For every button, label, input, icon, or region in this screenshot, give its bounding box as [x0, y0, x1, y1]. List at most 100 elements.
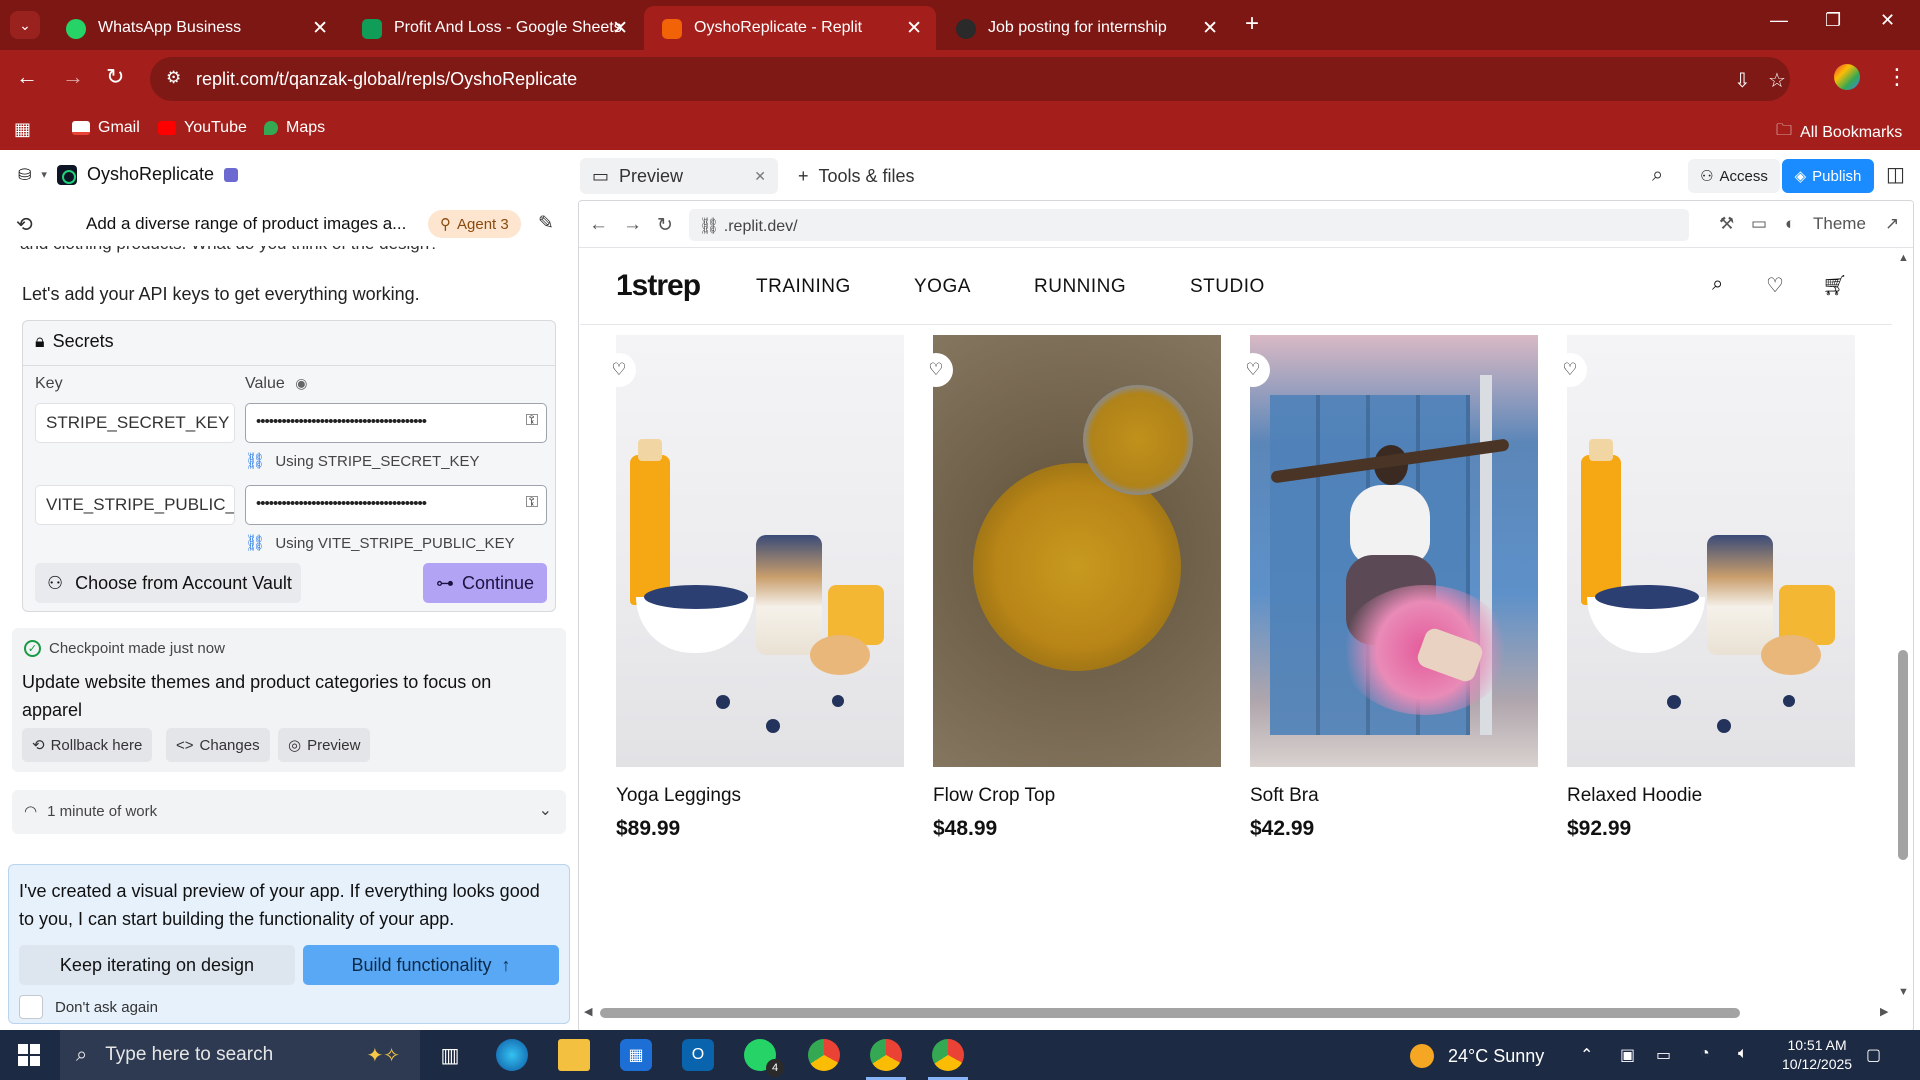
meet-icon[interactable]: ▣ [1620, 1045, 1635, 1065]
product-name[interactable]: Flow Crop Top [933, 785, 1221, 807]
cart-icon[interactable]: 🛒︎ [1822, 273, 1847, 298]
close-icon[interactable]: ✕ [312, 17, 328, 40]
forward-icon[interactable]: → [623, 214, 642, 236]
edge-icon[interactable] [496, 1039, 528, 1071]
tab-search-button[interactable]: ⌄ [10, 11, 40, 39]
menu-icon[interactable]: ⋮ [1886, 64, 1908, 90]
volume-icon[interactable]: 🔈︎ [1738, 1045, 1748, 1063]
secret-value-field[interactable]: ••••••••••••••••••••••••••••••••••••••••… [245, 485, 547, 525]
key-user-icon[interactable]: ⚿ [526, 494, 538, 512]
wrench-icon[interactable]: ⚒ [1719, 214, 1734, 234]
nav-studio[interactable]: STUDIO [1190, 276, 1265, 298]
product-name[interactable]: Yoga Leggings [616, 785, 904, 807]
product-card[interactable]: ♡ Flow Crop Top $48.99 [919, 335, 1221, 841]
close-icon[interactable]: ✕ [1202, 17, 1218, 40]
store-icon[interactable]: ▦ [620, 1039, 652, 1071]
key-user-icon[interactable]: ⚿ [526, 412, 538, 430]
secret-key-field[interactable]: STRIPE_SECRET_KEY [35, 403, 235, 443]
site-logo[interactable]: 1strep [616, 269, 701, 303]
search-icon[interactable]: ⌕ [1652, 164, 1663, 187]
tab-whatsapp[interactable]: WhatsApp Business ✕ [48, 6, 342, 50]
theme-label[interactable]: Theme [1813, 214, 1866, 234]
notifications-icon[interactable]: ▢ [1866, 1045, 1881, 1065]
chrome-icon[interactable] [808, 1039, 840, 1071]
search-icon[interactable]: ⌕ [1712, 273, 1723, 296]
open-external-icon[interactable]: ↗ [1885, 214, 1899, 234]
minimize-icon[interactable]: — [1770, 10, 1788, 31]
outlook-icon[interactable]: O [682, 1039, 714, 1071]
product-name[interactable]: Soft Bra [1250, 785, 1538, 807]
close-icon[interactable]: ✕ [612, 17, 628, 40]
wishlist-heart-icon[interactable]: ♡ [1236, 353, 1270, 387]
address-bar[interactable]: ⚙ replit.com/t/qanzak-global/repls/Oysho… [150, 57, 1790, 101]
continue-button[interactable]: ⊶ Continue [423, 563, 547, 603]
close-icon[interactable]: ✕ [906, 17, 922, 40]
taskbar-search[interactable]: ⌕ Type here to search ✦✧ [60, 1030, 420, 1080]
checkbox[interactable] [19, 995, 43, 1019]
product-card[interactable]: ♡ Relaxed Hoodie $92.99 [1553, 335, 1855, 841]
product-name[interactable]: Relaxed Hoodie [1567, 785, 1855, 807]
vertical-scrollbar[interactable] [1898, 650, 1908, 860]
build-functionality-button[interactable]: Build functionality ↑ [303, 945, 559, 985]
scroll-left-arrow[interactable]: ◀ [584, 1005, 592, 1018]
windows-start-icon[interactable] [18, 1044, 40, 1066]
wishlist-heart-icon[interactable]: ♡ [919, 353, 953, 387]
publish-button[interactable]: ◈ Publish [1782, 159, 1874, 193]
tab-tools-files[interactable]: + Tools & files [786, 158, 936, 194]
scroll-down-arrow[interactable]: ▼ [1898, 986, 1909, 998]
whatsapp-icon[interactable]: 4 [744, 1039, 784, 1077]
task-view-icon[interactable]: ▥ [434, 1039, 466, 1071]
wifi-icon[interactable]: ◔ [1700, 1045, 1710, 1063]
reload-icon[interactable]: ↻ [106, 64, 124, 90]
install-app-icon[interactable]: ⇩ [1734, 68, 1751, 93]
dont-ask-again[interactable]: Don't ask again [19, 995, 158, 1019]
keep-iterating-button[interactable]: Keep iterating on design [19, 945, 295, 985]
nav-yoga[interactable]: YOGA [914, 276, 971, 298]
battery-icon[interactable]: ▭ [1656, 1045, 1671, 1065]
heart-icon[interactable]: ♡ [1766, 273, 1784, 298]
palette-icon[interactable]: ◐ [1785, 214, 1795, 234]
secret-value-field[interactable]: ••••••••••••••••••••••••••••••••••••••••… [245, 403, 547, 443]
secret-key-field[interactable]: VITE_STRIPE_PUBLIC_KEY [35, 485, 235, 525]
work-summary[interactable]: ◠ 1 minute of work ⌄ [12, 790, 566, 834]
devices-icon[interactable]: ▭ [1751, 214, 1767, 234]
product-image[interactable] [933, 335, 1221, 767]
bookmark-maps[interactable]: Maps [264, 119, 325, 137]
reload-icon[interactable]: ↻ [657, 214, 673, 237]
chevron-up-icon[interactable]: ⌃ [1580, 1045, 1593, 1065]
product-image[interactable] [1250, 335, 1538, 767]
chrome-active-icon[interactable] [932, 1039, 964, 1071]
all-bookmarks[interactable]: 🗀 All Bookmarks [1776, 119, 1902, 146]
close-icon[interactable]: ✕ [754, 168, 766, 185]
profile-avatar[interactable] [1834, 64, 1860, 90]
new-chat-icon[interactable]: ✎ [538, 212, 554, 235]
file-explorer-icon[interactable] [558, 1039, 590, 1071]
scroll-right-arrow[interactable]: ▶ [1880, 1005, 1888, 1018]
product-card[interactable]: ♡ Soft Bra $42.99 [1236, 335, 1538, 841]
agent-badge[interactable]: ⚲ Agent 3 [428, 210, 521, 238]
wishlist-heart-icon[interactable]: ♡ [602, 353, 636, 387]
tab-preview[interactable]: ▭ Preview ✕ [580, 158, 778, 194]
nav-running[interactable]: RUNNING [1034, 276, 1126, 298]
preview-url-field[interactable]: ⛓ .replit.dev/ [689, 209, 1689, 241]
back-icon[interactable]: ← [16, 64, 38, 90]
product-image[interactable] [1567, 335, 1855, 767]
star-icon[interactable]: ☆ [1768, 68, 1786, 93]
forward-icon[interactable]: → [62, 64, 84, 90]
product-card[interactable]: ♡ Yoga Leggings $89.99 [602, 335, 904, 841]
bookmark-gmail[interactable]: Gmail [72, 119, 140, 137]
project-switcher[interactable]: ⛁ ▾ OyshoReplicate [18, 164, 239, 185]
eye-icon[interactable]: ◉ [295, 375, 307, 391]
tab-google-sheets[interactable]: Profit And Loss - Google Sheets ✕ [344, 6, 642, 50]
changes-button[interactable]: <> Changes [166, 728, 270, 762]
choose-vault-button[interactable]: ⚇ Choose from Account Vault [35, 563, 301, 603]
apps-icon[interactable]: ▦ [14, 119, 31, 140]
new-tab-button[interactable]: + [1245, 10, 1259, 38]
tab-replit[interactable]: OyshoReplicate - Replit ✕ [644, 6, 936, 50]
preview-checkpoint-button[interactable]: ◎ Preview [278, 728, 371, 762]
wishlist-heart-icon[interactable]: ♡ [1553, 353, 1587, 387]
horizontal-scrollbar[interactable] [600, 1008, 1740, 1018]
restore-icon[interactable]: ❐ [1825, 10, 1841, 31]
scroll-up-arrow[interactable]: ▲ [1898, 252, 1909, 264]
history-icon[interactable]: ⟲ [16, 212, 33, 237]
